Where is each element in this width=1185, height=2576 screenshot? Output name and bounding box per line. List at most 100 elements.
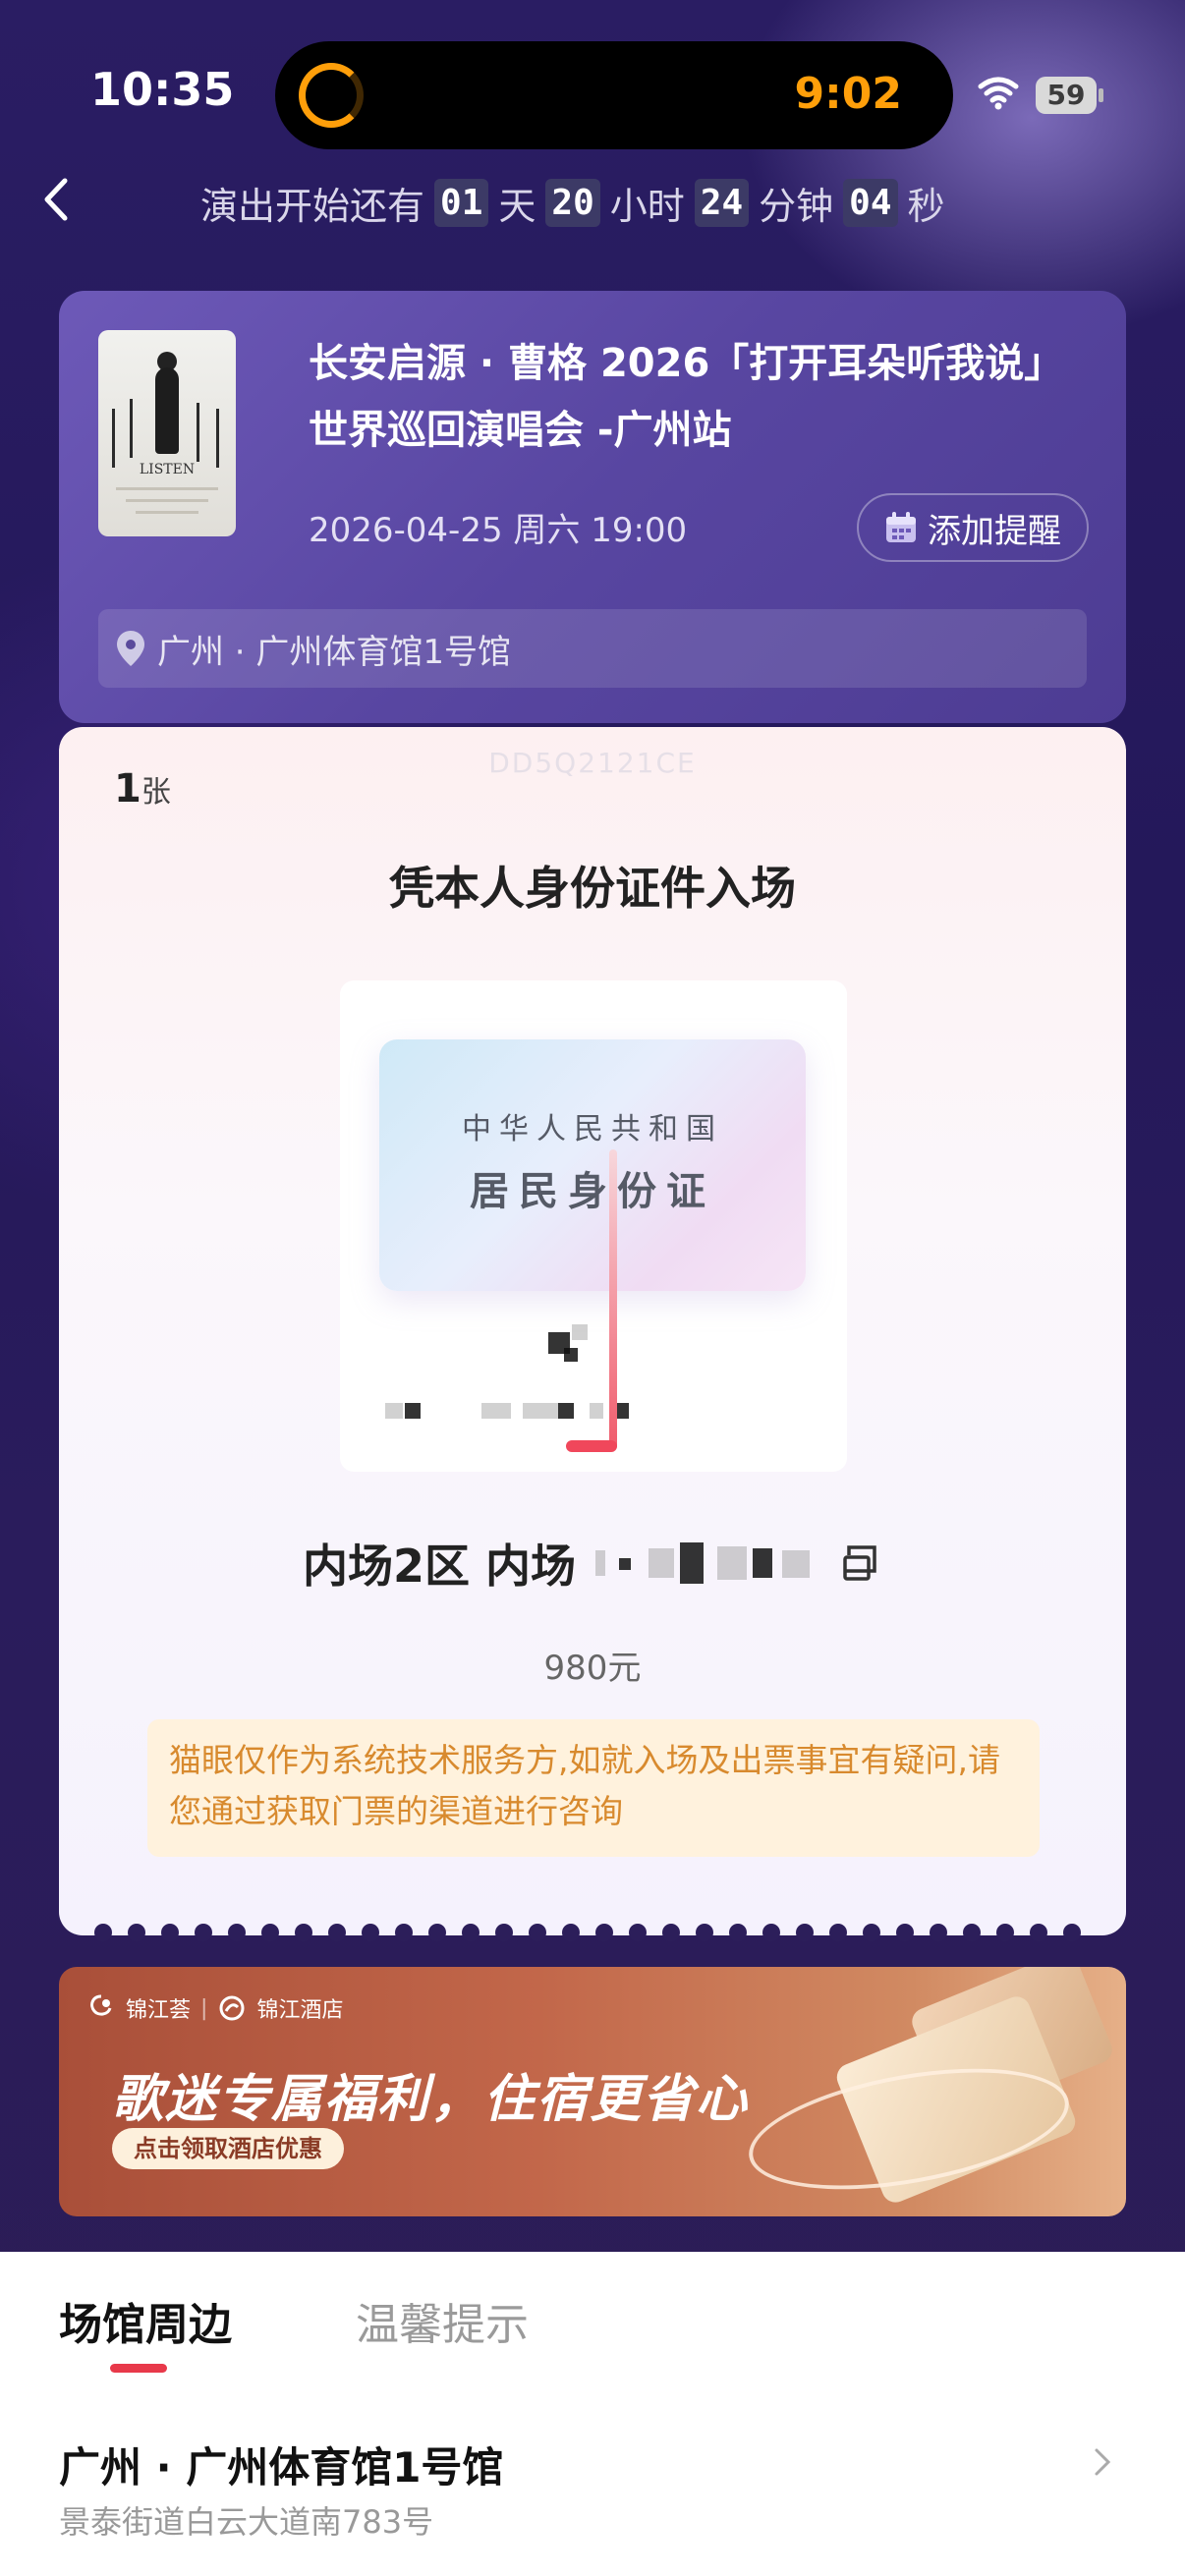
- jinjiang-hotel-logo-icon: [219, 1995, 245, 2021]
- battery-indicator: 59: [1036, 77, 1097, 114]
- perforation-dot: [562, 1924, 580, 1941]
- banner-brand-2: 锦江酒店: [256, 1998, 344, 2023]
- wifi-icon: [978, 77, 1019, 110]
- perforation-dot: [963, 1924, 981, 1941]
- poster-mic: [112, 409, 115, 468]
- ticket-count-unit: 张: [141, 775, 171, 810]
- chevron-right-icon[interactable]: [1091, 2444, 1114, 2480]
- masked-id-number: [523, 1403, 558, 1419]
- perforation-dot: [529, 1924, 546, 1941]
- jinjiang-logo-icon: [90, 1994, 112, 2016]
- masked-id-number: [590, 1403, 603, 1419]
- masked-id-number: [558, 1403, 574, 1419]
- banner-brand: 锦江荟 | 锦江酒店: [86, 1992, 343, 2024]
- perforation-dot: [996, 1924, 1014, 1941]
- copy-icon[interactable]: [839, 1541, 882, 1585]
- event-card[interactable]: LISTEN 长安启源 · 曹格 2026「打开耳朵听我说」世界巡回演唱会 -广…: [59, 291, 1126, 723]
- dynamic-island[interactable]: 9:02: [275, 41, 953, 149]
- masked-name: [572, 1324, 588, 1340]
- poster-mic: [197, 403, 199, 462]
- countdown-minutes-unit: 分钟: [759, 184, 834, 228]
- entry-title: 凭本人身份证件入场: [389, 862, 796, 915]
- claim-hotel-offer-button[interactable]: 点击领取酒店优惠: [112, 2128, 344, 2169]
- venue-label: 广州 · 广州体育馆1号馆: [157, 632, 512, 672]
- masked-id-number: [405, 1403, 421, 1419]
- perforation-dot: [228, 1924, 246, 1941]
- ticket-price: 980元: [543, 1649, 642, 1688]
- masked-id-number: [385, 1403, 403, 1419]
- poster-text-line: [126, 499, 208, 502]
- perforation-dot: [261, 1924, 279, 1941]
- id-entry-panel: 中华人民共和国 居民身份证: [340, 980, 847, 1472]
- battery-tip: [1099, 88, 1103, 102]
- perforation-dot: [595, 1924, 613, 1941]
- poster-mic: [130, 399, 133, 458]
- countdown-bar: 演出开始还有 01 天 20 小时 24 分钟 04 秒: [200, 173, 945, 232]
- hotel-promo-banner[interactable]: 锦江荟 | 锦江酒店 歌迷专属福利，住宿更省心 点击领取酒店优惠: [59, 1967, 1126, 2216]
- activity-timer: 9:02: [794, 69, 902, 119]
- status-bar: 10:35 9:02 59: [0, 0, 1185, 187]
- masked-seat-number: [590, 1539, 825, 1588]
- ticket-card: 1张 DD5Q2121CE 凭本人身份证件入场 中华人民共和国 居民身份证 内场…: [59, 727, 1126, 1935]
- bottom-sheet: 场馆周边 温馨提示 广州 · 广州体育馆1号馆 景泰街道白云大道南783号: [0, 2252, 1185, 2576]
- ticket-count: 1张: [114, 766, 171, 812]
- countdown-days: 01: [434, 178, 489, 227]
- id-card-country: 中华人民共和国: [462, 1112, 723, 1147]
- countdown-minutes: 24: [694, 178, 750, 227]
- perforation-dot: [328, 1924, 346, 1941]
- scroll-indicator: [609, 1149, 617, 1450]
- poster-text-line: [136, 511, 198, 514]
- scroll-indicator-foot: [566, 1440, 617, 1452]
- back-arrow-icon[interactable]: [37, 175, 77, 224]
- perforation-dot: [796, 1924, 814, 1941]
- seat-info: 内场2区 内场: [59, 1531, 1126, 1596]
- clock: 10:35: [90, 63, 235, 116]
- venue-name[interactable]: 广州 · 广州体育馆1号馆: [59, 2435, 503, 2494]
- perforation-dot: [428, 1924, 446, 1941]
- perforation-dot: [930, 1924, 947, 1941]
- add-reminder-label: 添加提醒: [928, 511, 1061, 551]
- location-pin-icon: [117, 631, 144, 666]
- perforation-dot: [295, 1924, 312, 1941]
- ticket-count-number: 1: [114, 766, 141, 812]
- perforation-dot: [94, 1924, 112, 1941]
- countdown-hours: 20: [545, 178, 600, 227]
- masked-id-number: [617, 1403, 629, 1419]
- perforation-dot: [462, 1924, 480, 1941]
- event-poster[interactable]: LISTEN: [98, 330, 236, 536]
- countdown-seconds: 04: [843, 178, 898, 227]
- banner-brand-1: 锦江荟: [126, 1998, 192, 2023]
- tab-venue-nearby[interactable]: 场馆周边: [59, 2289, 232, 2352]
- perforation-dot: [495, 1924, 513, 1941]
- perforation-dot: [161, 1924, 179, 1941]
- tab-tips[interactable]: 温馨提示: [356, 2289, 529, 2352]
- id-card-image: 中华人民共和国 居民身份证: [379, 1039, 806, 1291]
- perforation-dot: [729, 1924, 747, 1941]
- countdown-days-unit: 天: [498, 184, 536, 228]
- venue-bar[interactable]: 广州 · 广州体育馆1号馆: [98, 609, 1087, 688]
- masked-id-number: [481, 1403, 511, 1419]
- perforation-dot: [829, 1924, 847, 1941]
- poster-text-line: [116, 487, 218, 490]
- calendar-icon: [886, 512, 916, 542]
- poster-title: LISTEN: [139, 462, 196, 477]
- add-reminder-button[interactable]: 添加提醒: [857, 493, 1089, 562]
- perforation-dot: [362, 1924, 379, 1941]
- perforation-dot: [195, 1924, 212, 1941]
- active-tab-indicator: [110, 2364, 167, 2373]
- perforation-dot: [395, 1924, 413, 1941]
- ticket-code: DD5Q2121CE: [488, 747, 697, 779]
- brand-divider: |: [200, 1995, 208, 2021]
- perforation-dot: [863, 1924, 880, 1941]
- perforation-dot: [128, 1924, 145, 1941]
- event-title: 长安启源 · 曹格 2026「打开耳朵听我说」世界巡回演唱会 -广州站: [309, 341, 1064, 453]
- perforation-dot: [1030, 1924, 1047, 1941]
- perforation-dot: [896, 1924, 914, 1941]
- ticket-perforation: [59, 1916, 1126, 1955]
- service-notice: 猫眼仅作为系统技术服务方,如就入场及出票事宜有疑问,请您通过获取门票的渠道进行咨…: [147, 1719, 1040, 1857]
- countdown-seconds-unit: 秒: [907, 184, 945, 228]
- venue-address: 景泰街道白云大道南783号: [59, 2503, 434, 2541]
- banner-headline: 歌迷专属福利，住宿更省心: [112, 2070, 750, 2129]
- masked-name: [564, 1348, 578, 1362]
- perforation-dot: [629, 1924, 647, 1941]
